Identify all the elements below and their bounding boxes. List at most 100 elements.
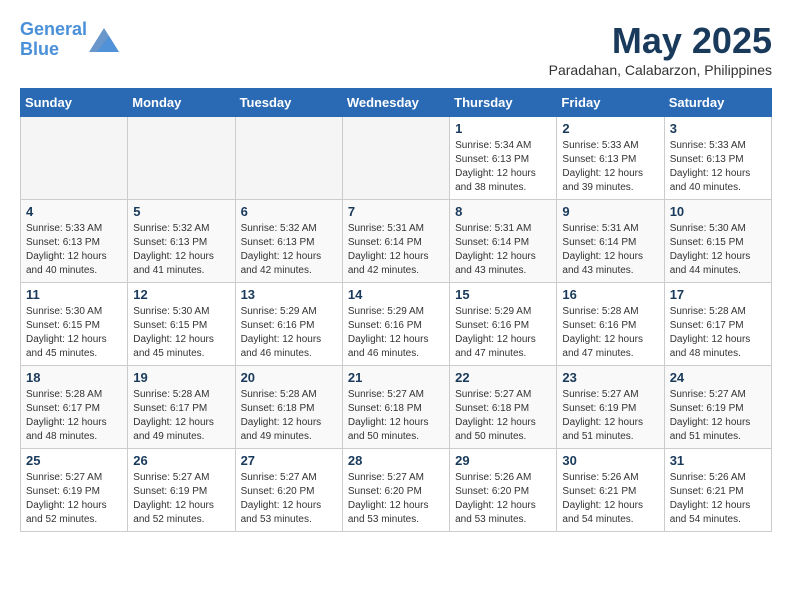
day-info: Sunrise: 5:26 AMSunset: 6:21 PMDaylight:… <box>670 471 766 527</box>
calendar-day-cell: 24 Sunrise: 5:27 AMSunset: 6:19 PMDayligh… <box>664 366 771 449</box>
day-info: Sunrise: 5:31 AMSunset: 6:14 PMDaylight:… <box>455 222 551 278</box>
day-number: 9 <box>562 204 658 219</box>
day-number: 8 <box>455 204 551 219</box>
day-info: Sunrise: 5:30 AMSunset: 6:15 PMDaylight:… <box>670 222 766 278</box>
day-number: 23 <box>562 370 658 385</box>
logo-text: General Blue <box>20 20 87 60</box>
calendar-day-cell: 6 Sunrise: 5:32 AMSunset: 6:13 PMDaylight… <box>235 200 342 283</box>
calendar-day-cell: 22 Sunrise: 5:27 AMSunset: 6:18 PMDayligh… <box>450 366 557 449</box>
day-number: 19 <box>133 370 229 385</box>
day-number: 21 <box>348 370 444 385</box>
day-header-wednesday: Wednesday <box>342 89 449 117</box>
day-info: Sunrise: 5:26 AMSunset: 6:21 PMDaylight:… <box>562 471 658 527</box>
calendar-day-cell: 26Sunrise: 5:27 AMSunset: 6:19 PMDayligh… <box>128 449 235 532</box>
calendar-day-cell: 4 Sunrise: 5:33 AMSunset: 6:13 PMDaylight… <box>21 200 128 283</box>
day-info: Sunrise: 5:30 AMSunset: 6:15 PMDaylight:… <box>26 305 122 361</box>
day-info: Sunrise: 5:27 AMSunset: 6:20 PMDaylight:… <box>241 471 337 527</box>
day-info: Sunrise: 5:29 AMSunset: 6:16 PMDaylight:… <box>241 305 337 361</box>
day-info: Sunrise: 5:27 AMSunset: 6:18 PMDaylight:… <box>455 388 551 444</box>
calendar-week-row: 1Sunrise: 5:34 AMSunset: 6:13 PMDaylight… <box>21 117 772 200</box>
calendar-day-cell: 14 Sunrise: 5:29 AMSunset: 6:16 PMDayligh… <box>342 283 449 366</box>
day-number: 11 <box>26 287 122 302</box>
logo-icon <box>89 28 119 52</box>
day-header-friday: Friday <box>557 89 664 117</box>
day-number: 16 <box>562 287 658 302</box>
day-number: 31 <box>670 453 766 468</box>
day-info: Sunrise: 5:27 AMSunset: 6:20 PMDaylight:… <box>348 471 444 527</box>
calendar-week-row: 18Sunrise: 5:28 AMSunset: 6:17 PMDayligh… <box>21 366 772 449</box>
calendar-day-cell: 3 Sunrise: 5:33 AMSunset: 6:13 PMDaylight… <box>664 117 771 200</box>
day-info: Sunrise: 5:28 AMSunset: 6:17 PMDaylight:… <box>133 388 229 444</box>
day-number: 7 <box>348 204 444 219</box>
day-header-tuesday: Tuesday <box>235 89 342 117</box>
day-number: 4 <box>26 204 122 219</box>
calendar-day-cell: 5Sunrise: 5:32 AMSunset: 6:13 PMDaylight… <box>128 200 235 283</box>
page-header: General Blue May 2025 Paradahan, Calabar… <box>20 20 772 78</box>
day-header-sunday: Sunday <box>21 89 128 117</box>
day-header-thursday: Thursday <box>450 89 557 117</box>
calendar-day-cell <box>342 117 449 200</box>
day-number: 29 <box>455 453 551 468</box>
calendar-day-cell: 29Sunrise: 5:26 AMSunset: 6:20 PMDayligh… <box>450 449 557 532</box>
day-info: Sunrise: 5:32 AMSunset: 6:13 PMDaylight:… <box>241 222 337 278</box>
calendar-day-cell: 17Sunrise: 5:28 AMSunset: 6:17 PMDayligh… <box>664 283 771 366</box>
day-header-monday: Monday <box>128 89 235 117</box>
day-number: 22 <box>455 370 551 385</box>
calendar-day-cell: 27Sunrise: 5:27 AMSunset: 6:20 PMDayligh… <box>235 449 342 532</box>
day-info: Sunrise: 5:27 AMSunset: 6:19 PMDaylight:… <box>133 471 229 527</box>
calendar-day-cell: 20 Sunrise: 5:28 AMSunset: 6:18 PMDayligh… <box>235 366 342 449</box>
logo: General Blue <box>20 20 119 60</box>
day-info: Sunrise: 5:29 AMSunset: 6:16 PMDaylight:… <box>348 305 444 361</box>
calendar-week-row: 4 Sunrise: 5:33 AMSunset: 6:13 PMDaylight… <box>21 200 772 283</box>
day-number: 15 <box>455 287 551 302</box>
day-info: Sunrise: 5:30 AMSunset: 6:15 PMDaylight:… <box>133 305 229 361</box>
day-info: Sunrise: 5:33 AMSunset: 6:13 PMDaylight:… <box>562 139 658 195</box>
calendar-day-cell <box>21 117 128 200</box>
location-subtitle: Paradahan, Calabarzon, Philippines <box>549 62 772 78</box>
month-title: May 2025 <box>549 20 772 62</box>
calendar-header-row: SundayMondayTuesdayWednesdayThursdayFrid… <box>21 89 772 117</box>
day-number: 17 <box>670 287 766 302</box>
day-number: 2 <box>562 121 658 136</box>
day-info: Sunrise: 5:29 AMSunset: 6:16 PMDaylight:… <box>455 305 551 361</box>
calendar-day-cell <box>128 117 235 200</box>
calendar-day-cell: 31 Sunrise: 5:26 AMSunset: 6:21 PMDayligh… <box>664 449 771 532</box>
calendar-day-cell: 8 Sunrise: 5:31 AMSunset: 6:14 PMDaylight… <box>450 200 557 283</box>
calendar-day-cell: 21 Sunrise: 5:27 AMSunset: 6:18 PMDayligh… <box>342 366 449 449</box>
day-header-saturday: Saturday <box>664 89 771 117</box>
day-number: 25 <box>26 453 122 468</box>
calendar-day-cell: 15 Sunrise: 5:29 AMSunset: 6:16 PMDayligh… <box>450 283 557 366</box>
day-info: Sunrise: 5:33 AMSunset: 6:13 PMDaylight:… <box>26 222 122 278</box>
calendar-day-cell: 19 Sunrise: 5:28 AMSunset: 6:17 PMDayligh… <box>128 366 235 449</box>
day-info: Sunrise: 5:27 AMSunset: 6:18 PMDaylight:… <box>348 388 444 444</box>
calendar-day-cell: 9 Sunrise: 5:31 AMSunset: 6:14 PMDaylight… <box>557 200 664 283</box>
calendar-day-cell: 28Sunrise: 5:27 AMSunset: 6:20 PMDayligh… <box>342 449 449 532</box>
calendar-day-cell: 30 Sunrise: 5:26 AMSunset: 6:21 PMDayligh… <box>557 449 664 532</box>
day-info: Sunrise: 5:32 AMSunset: 6:13 PMDaylight:… <box>133 222 229 278</box>
day-number: 24 <box>670 370 766 385</box>
day-number: 14 <box>348 287 444 302</box>
calendar-day-cell: 13Sunrise: 5:29 AMSunset: 6:16 PMDayligh… <box>235 283 342 366</box>
calendar-day-cell: 10 Sunrise: 5:30 AMSunset: 6:15 PMDayligh… <box>664 200 771 283</box>
day-info: Sunrise: 5:27 AMSunset: 6:19 PMDaylight:… <box>562 388 658 444</box>
day-number: 6 <box>241 204 337 219</box>
day-info: Sunrise: 5:28 AMSunset: 6:18 PMDaylight:… <box>241 388 337 444</box>
day-number: 12 <box>133 287 229 302</box>
calendar-day-cell <box>235 117 342 200</box>
day-info: Sunrise: 5:33 AMSunset: 6:13 PMDaylight:… <box>670 139 766 195</box>
calendar-day-cell: 12 Sunrise: 5:30 AMSunset: 6:15 PMDayligh… <box>128 283 235 366</box>
day-number: 30 <box>562 453 658 468</box>
day-info: Sunrise: 5:28 AMSunset: 6:17 PMDaylight:… <box>26 388 122 444</box>
day-number: 3 <box>670 121 766 136</box>
calendar-day-cell: 7Sunrise: 5:31 AMSunset: 6:14 PMDaylight… <box>342 200 449 283</box>
day-info: Sunrise: 5:31 AMSunset: 6:14 PMDaylight:… <box>562 222 658 278</box>
day-number: 20 <box>241 370 337 385</box>
day-info: Sunrise: 5:27 AMSunset: 6:19 PMDaylight:… <box>26 471 122 527</box>
day-number: 10 <box>670 204 766 219</box>
calendar-day-cell: 23 Sunrise: 5:27 AMSunset: 6:19 PMDayligh… <box>557 366 664 449</box>
calendar-day-cell: 18Sunrise: 5:28 AMSunset: 6:17 PMDayligh… <box>21 366 128 449</box>
day-info: Sunrise: 5:27 AMSunset: 6:19 PMDaylight:… <box>670 388 766 444</box>
calendar-table: SundayMondayTuesdayWednesdayThursdayFrid… <box>20 88 772 532</box>
calendar-day-cell: 11 Sunrise: 5:30 AMSunset: 6:15 PMDayligh… <box>21 283 128 366</box>
day-info: Sunrise: 5:28 AMSunset: 6:16 PMDaylight:… <box>562 305 658 361</box>
